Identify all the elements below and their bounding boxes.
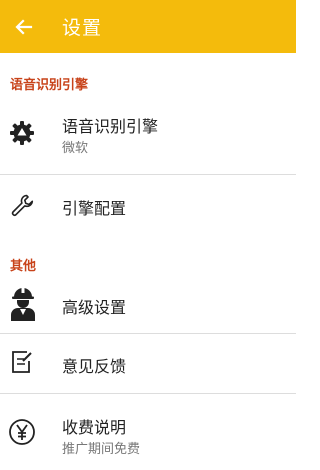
- edit-note-icon: [8, 348, 36, 376]
- fees-title: 收费说明: [62, 418, 127, 437]
- engine-setting-row[interactable]: 语音识别引擎 微软: [0, 102, 296, 168]
- yen-icon: [8, 418, 36, 446]
- wrench-icon: [8, 191, 36, 219]
- engine-subtitle: 微软: [62, 141, 89, 156]
- fees-subtitle: 推广期间免费: [62, 442, 141, 457]
- gear-icon: [8, 119, 36, 147]
- advanced-settings-title: 高级设置: [62, 298, 127, 317]
- fees-row[interactable]: 收费说明 推广期间免费: [0, 394, 296, 470]
- engine-config-title: 引擎配置: [62, 199, 127, 218]
- arrow-left-icon: [15, 18, 33, 35]
- feedback-row[interactable]: 意见反馈: [0, 334, 296, 392]
- advanced-settings-row[interactable]: 高级设置: [0, 280, 296, 330]
- page-title: 设置: [62, 17, 103, 39]
- engine-title: 语音识别引擎: [62, 117, 159, 136]
- app-bar: 设置: [0, 0, 296, 53]
- engine-config-row[interactable]: 引擎配置: [0, 175, 296, 235]
- worker-icon: [8, 286, 38, 322]
- section-header-engine: 语音识别引擎: [10, 78, 89, 93]
- section-header-other: 其他: [10, 259, 37, 274]
- back-button[interactable]: [2, 5, 46, 49]
- feedback-title: 意见反馈: [62, 357, 127, 376]
